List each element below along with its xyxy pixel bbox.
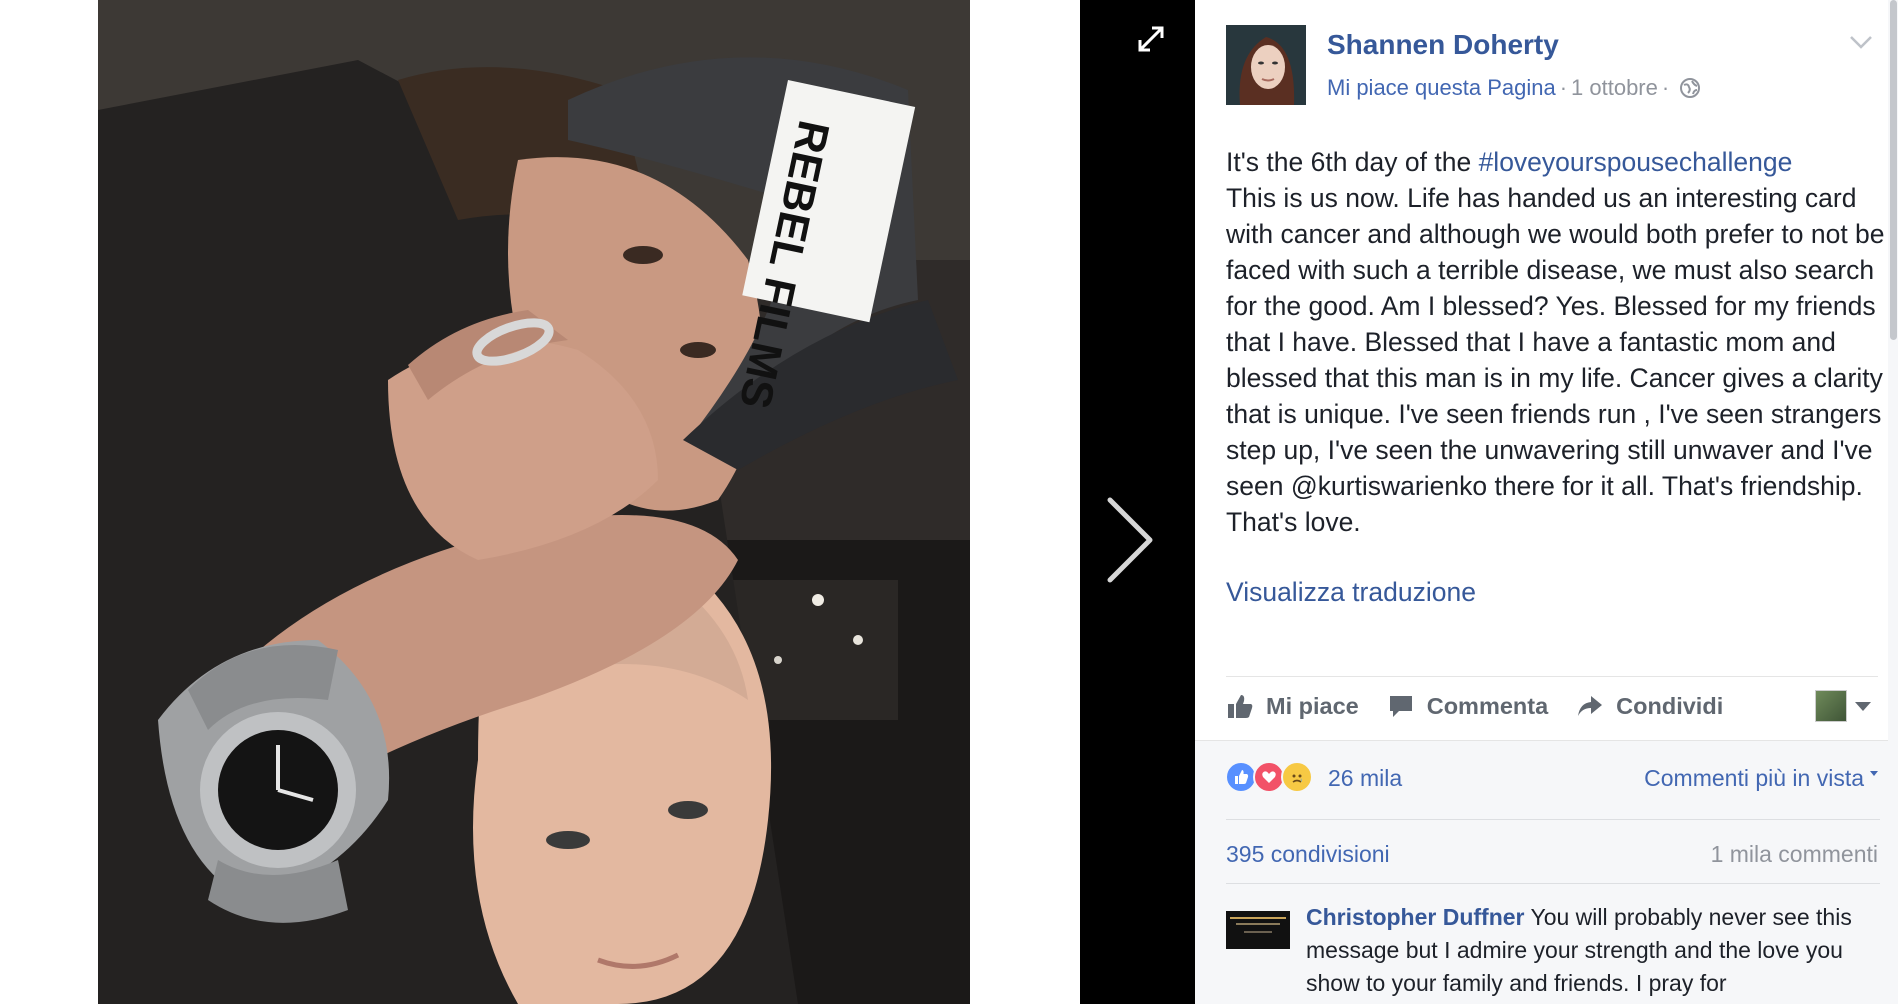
like-button[interactable]: Mi piace [1226, 692, 1359, 720]
post-meta: Mi piace questa Pagina · 1 ottobre · [1327, 75, 1701, 101]
divider [1226, 819, 1880, 820]
share-label: Condividi [1616, 692, 1724, 719]
post-panel: Shannen Doherty Mi piace questa Pagina · 1… [1195, 0, 1898, 1004]
chevron-down-icon[interactable] [1847, 32, 1875, 52]
reactions-section: 26 mila Commenti più in vista 395 condiv… [1195, 740, 1898, 1004]
reaction-icons[interactable] [1225, 761, 1313, 793]
post-text-intro: It's the 6th day of the [1226, 147, 1479, 177]
chevron-right-icon [1107, 497, 1153, 583]
divider [1226, 883, 1880, 884]
author-avatar[interactable] [1226, 25, 1306, 105]
comment-button[interactable]: Commenta [1387, 692, 1548, 720]
sad-reaction-icon [1281, 761, 1313, 793]
dropdown-caret-icon [1855, 701, 1871, 711]
post-date[interactable]: 1 ottobre [1571, 75, 1658, 100]
see-translation-link[interactable]: Visualizza traduzione [1226, 577, 1476, 608]
shares-count[interactable]: 395 condivisioni [1226, 841, 1390, 868]
divider [1226, 676, 1878, 677]
page-name[interactable]: Shannen Doherty [1327, 29, 1559, 61]
user-avatar-thumbnail [1815, 690, 1847, 722]
comments-count[interactable]: 1 mila commenti [1711, 841, 1878, 868]
post-photo[interactable]: REBEL FILMS [98, 0, 970, 1004]
post-actions: Mi piace Commenta Condividi [1226, 688, 1751, 724]
photo-frame: REBEL FILMS [0, 0, 1080, 1004]
separator: · [1559, 75, 1568, 100]
comment-sort-dropdown[interactable]: Commenti più in vista [1644, 765, 1878, 792]
post-text: It's the 6th day of the #loveyourspousec… [1226, 144, 1886, 540]
scrollbar[interactable] [1888, 0, 1898, 1004]
like-page-link[interactable]: Mi piace questa Pagina [1327, 75, 1556, 100]
reaction-count[interactable]: 26 mila [1328, 765, 1402, 792]
post-text-body: This is us now. Life has handed us an in… [1226, 183, 1885, 537]
scrollbar-thumb[interactable] [1890, 0, 1897, 340]
share-arrow-icon [1578, 696, 1603, 716]
separator: · [1661, 75, 1670, 100]
globe-icon[interactable] [1679, 77, 1701, 99]
photo-viewer: REBEL FILMS [0, 0, 1195, 1004]
photo-illustration: REBEL FILMS [98, 0, 970, 1004]
comment-body: Christopher Duffner You will probably ne… [1306, 901, 1866, 1000]
share-as-selector[interactable] [1815, 690, 1871, 722]
like-label: Mi piace [1266, 692, 1359, 719]
expand-icon[interactable] [1134, 22, 1168, 56]
comment-author-link[interactable]: Christopher Duffner [1306, 904, 1525, 930]
hashtag-link[interactable]: #loveyourspousechallenge [1479, 147, 1793, 177]
next-photo-button[interactable] [1100, 490, 1160, 590]
comment-label: Commenta [1426, 692, 1549, 719]
comment-bubble-icon [1389, 696, 1412, 717]
commenter-avatar[interactable] [1226, 911, 1290, 949]
thumbs-up-icon [1228, 695, 1253, 718]
share-button[interactable]: Condividi [1576, 692, 1723, 720]
